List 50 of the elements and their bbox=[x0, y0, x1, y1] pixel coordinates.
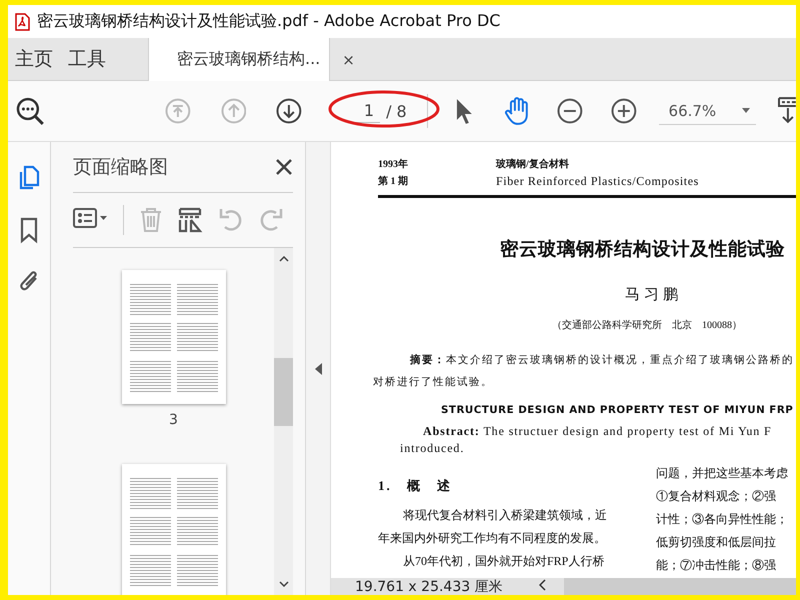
close-tab-button[interactable]: × bbox=[342, 50, 355, 68]
body-text: 能；⑦冲击性能；⑧强 bbox=[656, 557, 776, 574]
scrollbar[interactable] bbox=[274, 248, 293, 595]
page-number-field[interactable]: 1 bbox=[348, 99, 380, 123]
collapse-arrow-icon[interactable] bbox=[314, 362, 322, 374]
page-thumbnail[interactable] bbox=[122, 270, 226, 404]
up-caret-icon[interactable] bbox=[278, 256, 288, 262]
body-text: 从70年代初，国外就开始对FRP人行桥 bbox=[403, 553, 604, 570]
journal-name: Fiber Reinforced Plastics/Composites bbox=[496, 173, 699, 190]
body-text: 年来国内外研究工作均有不同程度的发展。 bbox=[378, 530, 606, 547]
body-text: 将现代复合材料引入桥梁建筑领域，近 bbox=[403, 507, 607, 524]
issue-year: 1993年 bbox=[378, 158, 408, 172]
page-thumbnail[interactable] bbox=[122, 464, 226, 595]
extract-pages-icon[interactable] bbox=[178, 206, 204, 234]
body-text: 计性；③各向异性性能； bbox=[656, 511, 788, 528]
zoom-in-icon[interactable] bbox=[610, 98, 637, 124]
zoom-value[interactable]: 66.7% bbox=[668, 102, 716, 120]
abstract-text: introduced. bbox=[400, 441, 464, 456]
body-text: ①复合材料观念；②强 bbox=[656, 488, 776, 505]
journal-name: 玻璃钢/复合材料 bbox=[496, 157, 569, 172]
issue-number: 第 1 期 bbox=[378, 174, 408, 189]
page-total: / 8 bbox=[386, 102, 407, 120]
zoom-out-icon[interactable] bbox=[557, 98, 583, 124]
tab-label[interactable]: 密云玻璃钢桥结构... bbox=[177, 49, 320, 70]
pdf-file-icon bbox=[14, 12, 31, 30]
section-heading: 1. 概 述 bbox=[378, 477, 452, 495]
page-size: 19.761 x 25.433 厘米 bbox=[354, 578, 504, 595]
abstract-text: Abstract: The structuer design and property test of Mi Yun F bbox=[423, 424, 772, 439]
abstract-text: 对桥进行了性能试验。 bbox=[373, 375, 493, 390]
window-title: 密云玻璃钢桥结构设计及性能试验.pdf - Adobe Acrobat Pro DC bbox=[37, 11, 500, 32]
panel-title: 页面缩略图 bbox=[73, 155, 168, 180]
page-label: 3 bbox=[169, 412, 178, 428]
body-text: 问题，并把这些基本考虑 bbox=[656, 465, 788, 482]
caret-icon bbox=[742, 108, 750, 113]
tab[interactable]: 工具 bbox=[61, 38, 114, 80]
article-title: 密云玻璃钢桥结构设计及性能试验 bbox=[500, 238, 785, 261]
tray-arrow-icon[interactable] bbox=[778, 96, 796, 126]
left-caret-icon[interactable] bbox=[538, 578, 546, 590]
zoom-search-icon[interactable] bbox=[15, 96, 45, 126]
scrollbar-thumb[interactable] bbox=[274, 358, 293, 426]
abstract-text: 摘要：本文介绍了密云玻璃钢桥的设计概况，重点介绍了玻璃钢公路桥的 bbox=[410, 353, 794, 368]
author-affiliation: （交通部公路科学研究所 北京 100088） bbox=[552, 318, 742, 332]
horizontal-scrollbar[interactable] bbox=[564, 578, 796, 595]
english-title: STRUCTURE DESIGN AND PROPERTY TEST OF MIYUN FRP bbox=[441, 404, 794, 416]
zoom-dropdown[interactable]: 66.7% bbox=[658, 98, 756, 124]
tab[interactable]: 主页 bbox=[8, 38, 61, 80]
down-caret-icon[interactable] bbox=[278, 581, 288, 587]
author-name: 马习鹏 bbox=[625, 286, 682, 304]
body-text: 低剪切强度和低层间拉 bbox=[656, 534, 776, 551]
close-icon[interactable] bbox=[275, 158, 293, 176]
